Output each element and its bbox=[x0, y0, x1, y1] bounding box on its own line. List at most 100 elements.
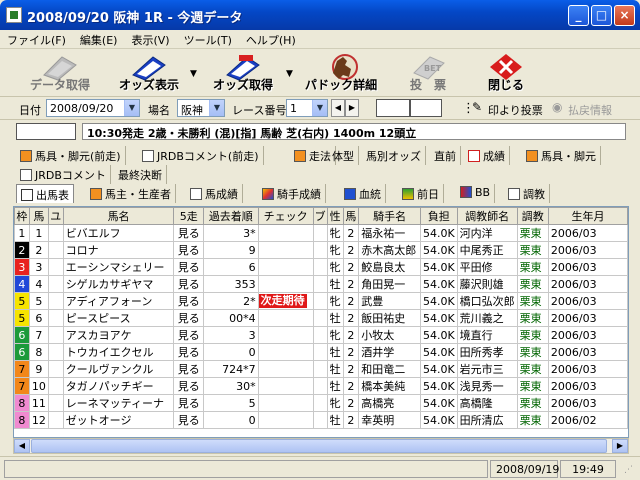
check-cell bbox=[257, 360, 314, 378]
horizontal-scrollbar[interactable]: ◀ ▶ bbox=[13, 438, 629, 454]
race-number-box bbox=[16, 123, 76, 140]
tab-horse-odds[interactable]: 馬別オッズ bbox=[362, 146, 426, 165]
maximize-button[interactable]: □ bbox=[591, 5, 612, 26]
age-cell: 2 bbox=[342, 411, 360, 429]
house-icon bbox=[90, 188, 102, 200]
table-row[interactable]: 4 4 シゲルカサギヤマ 見る 353 牡 2 角田晃一 54.0K 藤沢則雄 栗東 2006/03 bbox=[14, 275, 628, 293]
col-header-waku[interactable]: 枠 bbox=[14, 207, 30, 225]
race-number-select[interactable]: 1 ▼ bbox=[286, 99, 328, 117]
age-cell: 2 bbox=[342, 241, 360, 259]
training-cell: 栗東 bbox=[516, 309, 549, 327]
table-row[interactable]: 5 5 アディアフォーン 見る 2* 次走期待 牝 2 武豊 54.0K 橋口弘次郎 栗東 2006/0… bbox=[14, 292, 628, 310]
tab-tack-prev[interactable]: 馬具・脚元(前走) bbox=[16, 146, 126, 165]
col-header-yu[interactable]: ユ bbox=[47, 207, 64, 225]
col-header-last5[interactable]: 5走 bbox=[173, 207, 204, 225]
odds-view-button[interactable]: オッズ表示 bbox=[106, 51, 192, 95]
col-header-jockey[interactable]: 騎手名 bbox=[358, 207, 421, 225]
result-box-right bbox=[410, 99, 442, 117]
race-prev-button[interactable]: ◀ bbox=[331, 99, 345, 117]
scroll-right-icon[interactable]: ▶ bbox=[612, 439, 628, 453]
age-cell: 2 bbox=[342, 224, 360, 242]
menu-file[interactable]: ファイル(F) bbox=[0, 30, 73, 48]
tab-tack[interactable]: 馬具・脚元 bbox=[522, 146, 601, 165]
refund-icon: ◉ bbox=[552, 100, 563, 114]
paddock-detail-button[interactable]: パドック詳細 bbox=[296, 51, 386, 95]
scroll-thumb[interactable] bbox=[31, 439, 607, 453]
tab-label: 騎手成績 bbox=[277, 188, 321, 201]
col-header-sex[interactable]: 性 bbox=[326, 207, 344, 225]
table-row[interactable]: 7 9 クールヴァンクル 見る 724*7 牡 2 和田竜二 54.0K 岩元市三 栗東 2006/0… bbox=[14, 360, 628, 378]
birth-cell: 2006/03 bbox=[547, 343, 628, 361]
col-header-birth[interactable]: 生年月 bbox=[547, 207, 628, 225]
table-row[interactable]: 8 12 ゼットオージ 見る 0 牡 2 幸英明 54.0K 田所清広 栗東 2006/02 bbox=[14, 411, 628, 429]
menu-view[interactable]: 表示(V) bbox=[124, 30, 176, 48]
tab-body-type[interactable]: 体型 bbox=[328, 146, 359, 165]
col-header-training[interactable]: 調教 bbox=[516, 207, 549, 225]
close-window-button[interactable]: × bbox=[614, 5, 635, 26]
jockey-cell: 福永祐一 bbox=[358, 224, 421, 242]
minimize-button[interactable]: _ bbox=[568, 5, 589, 26]
resize-grip-icon[interactable]: ⋰ bbox=[624, 465, 633, 475]
tab-jockey-results[interactable]: 騎手成績 bbox=[258, 184, 326, 203]
date-select[interactable]: 2008/09/20 ▼ bbox=[46, 99, 140, 117]
data-get-button[interactable]: データ取得 bbox=[14, 51, 106, 95]
col-header-weight[interactable]: 負担 bbox=[419, 207, 458, 225]
odds-get-dropdown-icon[interactable]: ▼ bbox=[286, 69, 293, 79]
tab-previous-day[interactable]: 前日 bbox=[398, 184, 444, 203]
menu-help[interactable]: ヘルプ(H) bbox=[239, 30, 303, 48]
sex-cell: 牝 bbox=[326, 224, 344, 242]
jockey-cell: 和田竜二 bbox=[358, 360, 421, 378]
weight-cell: 54.0K bbox=[419, 241, 458, 259]
col-header-umaban[interactable]: 馬 bbox=[28, 207, 49, 225]
scroll-left-icon[interactable]: ◀ bbox=[14, 439, 30, 453]
col-header-horse-name[interactable]: 馬名 bbox=[62, 207, 175, 225]
tab-just-before[interactable]: 直前 bbox=[430, 146, 461, 165]
close-button[interactable]: 閉じる bbox=[470, 51, 542, 95]
odds-get-button[interactable]: オッズ取得 bbox=[200, 51, 286, 95]
col-header-check[interactable]: チェック bbox=[257, 207, 314, 225]
tab-label: BB bbox=[475, 186, 491, 199]
vote-button[interactable]: BET 投 票 bbox=[390, 51, 466, 95]
odds-view-dropdown-icon[interactable]: ▼ bbox=[190, 69, 197, 79]
status-date: 2008/09/19 bbox=[490, 460, 559, 478]
chevron-down-icon: ▼ bbox=[209, 100, 224, 116]
tab-bb[interactable]: BB bbox=[456, 184, 496, 203]
tab-final-decision[interactable]: 最終決断 bbox=[114, 165, 167, 184]
tab-entry-table[interactable]: 出馬表 bbox=[16, 184, 74, 203]
tab-horse-results[interactable]: 馬成績 bbox=[186, 184, 243, 203]
print-vote-button[interactable]: 印より投票 bbox=[488, 102, 543, 118]
menu-edit[interactable]: 編集(E) bbox=[73, 30, 125, 48]
waku-cell: 1 bbox=[14, 224, 30, 242]
tab-jrdb-comment-prev[interactable]: JRDBコメント(前走) bbox=[138, 146, 264, 165]
last5-cell: 見る bbox=[173, 411, 204, 429]
date-value: 2008/09/20 bbox=[50, 102, 114, 115]
table-row[interactable]: 3 3 エーシンマシェリー 見る 6 牝 2 鮫島良太 54.0K 平田修 栗東 2006/03 bbox=[14, 258, 628, 276]
table-row[interactable]: 1 1 ビバエルフ 見る 3* 牝 2 福永祐一 54.0K 河内洋 栗東 2006/03 bbox=[14, 224, 628, 242]
tab-training[interactable]: 調教 bbox=[504, 184, 550, 203]
tab-label: 出馬表 bbox=[36, 189, 69, 202]
table-row[interactable]: 6 8 トウカイエクセル 見る 0 牡 2 酒井学 54.0K 田所秀孝 栗東 2006/03 bbox=[14, 343, 628, 361]
table-row[interactable]: 5 6 ピースピース 見る 00*4 牡 2 飯田祐史 54.0K 荒川義之 栗東 2006/03 bbox=[14, 309, 628, 327]
yu-cell bbox=[47, 309, 64, 327]
table-row[interactable]: 6 7 アスカヨアケ 見る 3 牝 2 小牧太 54.0K 境直行 栗東 2006/03 bbox=[14, 326, 628, 344]
venue-label: 場名 bbox=[148, 104, 170, 117]
training-cell: 栗東 bbox=[516, 343, 549, 361]
tab-jrdb-comment[interactable]: JRDBコメント bbox=[16, 165, 111, 184]
table-row[interactable]: 2 2 コロナ 見る 9 牝 2 赤木高太郎 54.0K 中尾秀正 栗東 2006/03 bbox=[14, 241, 628, 259]
col-header-past-finish[interactable]: 過去着順 bbox=[203, 207, 259, 225]
venue-select[interactable]: 阪神 ▼ bbox=[177, 99, 225, 117]
race-next-button[interactable]: ▶ bbox=[345, 99, 359, 117]
col-header-trainer[interactable]: 調教師名 bbox=[456, 207, 518, 225]
col-header-age[interactable]: 馬 bbox=[342, 207, 360, 225]
table-row[interactable]: 8 11 レーネマッティーナ 見る 5 牝 2 高橋亮 54.0K 高橋隆 栗東 2006/03 bbox=[14, 394, 628, 412]
window-title: 2008/09/20 阪神 1R - 今週データ bbox=[27, 11, 243, 26]
tab-pedigree[interactable]: 血統 bbox=[340, 184, 386, 203]
menu-tools[interactable]: ツール(T) bbox=[177, 30, 239, 48]
col-header-blinker[interactable]: ブ bbox=[312, 207, 328, 225]
tab-results[interactable]: 成績 bbox=[464, 146, 510, 165]
table-row[interactable]: 7 10 タガノパッチギー 見る 30* 牡 2 橋本美純 54.0K 浅見秀一 栗東 2006/03 bbox=[14, 377, 628, 395]
sex-cell: 牝 bbox=[326, 394, 344, 412]
refund-info-button[interactable]: 払戻情報 bbox=[568, 102, 612, 118]
age-cell: 2 bbox=[342, 258, 360, 276]
tab-owner-breeder[interactable]: 馬主・生産者 bbox=[86, 184, 176, 203]
